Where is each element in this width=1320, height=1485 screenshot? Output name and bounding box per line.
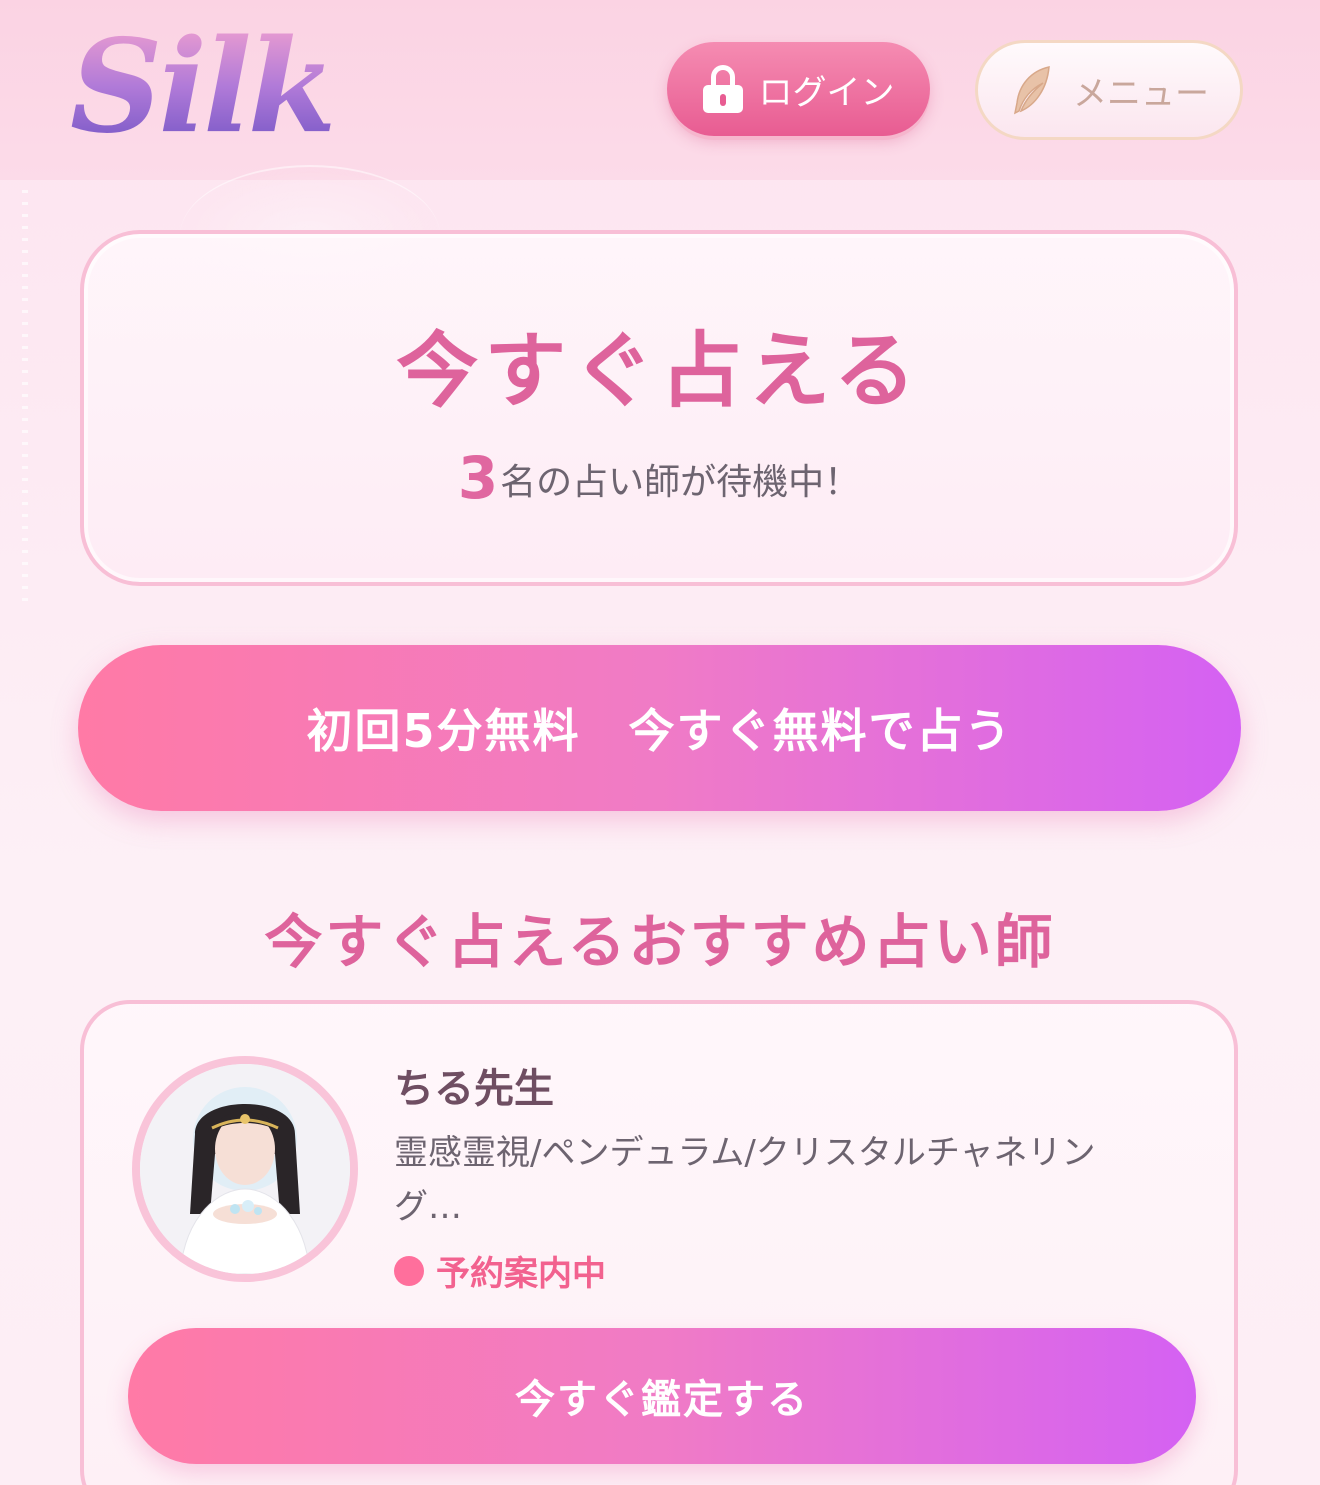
free-trial-button[interactable]: 初回5分無料 今すぐ無料で占う — [78, 645, 1241, 811]
advisor-avatar[interactable] — [132, 1056, 358, 1282]
advisor-status: 予約案内中 — [394, 1246, 606, 1295]
login-button[interactable]: ログイン — [667, 42, 930, 136]
login-label: ログイン — [758, 72, 895, 113]
lock-icon — [702, 65, 743, 113]
availability-card: 今すぐ占える 3名の占い師が待機中！ — [80, 230, 1238, 586]
recommended-heading: 今すぐ占えるおすすめ占い師 — [264, 908, 1056, 976]
advisor-status-label: 予約案内中 — [436, 1254, 606, 1294]
status-dot-icon — [394, 1255, 424, 1286]
decorative-sparkles — [22, 190, 28, 610]
consult-now-button[interactable]: 今すぐ鑑定する — [128, 1328, 1196, 1464]
advisor-card[interactable]: ちる先生 霊感霊視/ペンデュラム/クリスタルチャネリング… 予約案内中 今すぐ鑑… — [80, 1000, 1238, 1485]
waiting-count: 3 — [457, 444, 499, 512]
availability-count: 3名の占い師が待機中！ — [84, 444, 1234, 512]
advisor-specialties: 霊感霊視/ペンデュラム/クリスタルチャネリング… — [394, 1133, 1096, 1227]
availability-title: 今すぐ占える — [396, 324, 922, 419]
advisor-photo — [140, 1064, 350, 1274]
feather-icon — [1013, 66, 1050, 115]
site-header: Silk ログイン メニュー — [0, 0, 1320, 180]
advisor-name[interactable]: ちる先生 — [394, 1056, 554, 1114]
menu-label: メニュー — [1073, 73, 1209, 114]
menu-button[interactable]: メニュー — [975, 40, 1243, 140]
waiting-count-text: 名の占い師が待機中！ — [500, 462, 861, 503]
silk-logo[interactable]: Silk — [70, 12, 336, 162]
